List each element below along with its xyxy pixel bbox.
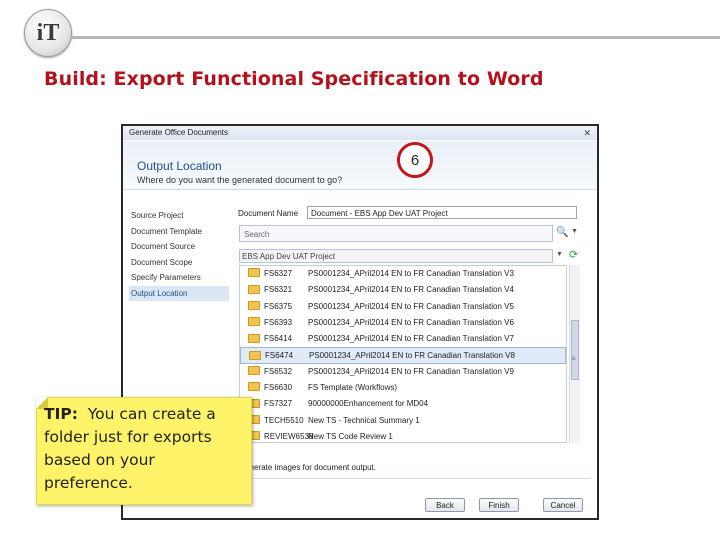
item-code: FS6532 bbox=[264, 366, 293, 376]
chevron-down-icon[interactable]: ▼ bbox=[556, 251, 563, 258]
item-code: FS6327 bbox=[264, 269, 293, 278]
slide-title: Build: Export Functional Specification t… bbox=[44, 68, 544, 90]
list-item[interactable]: FS6375 PS0001234_APril2014 EN to FR Canad… bbox=[240, 299, 566, 315]
item-code: FS6375 bbox=[264, 301, 293, 311]
list-item[interactable]: FS6393 PS0001234_APril2014 EN to FR Canad… bbox=[240, 315, 566, 331]
dialog-titlebar: Generate Office Documents ✕ bbox=[123, 126, 597, 140]
list-item[interactable]: REVIEW6538New TS Code Review 1 bbox=[240, 429, 566, 442]
nav-item-specify-parameters[interactable]: Specify Parameters bbox=[129, 270, 229, 286]
footer-divider bbox=[233, 478, 591, 479]
item-code: FS7327 bbox=[264, 399, 293, 409]
header-rule bbox=[72, 36, 720, 39]
document-name-label: Document Name bbox=[238, 209, 299, 218]
document-name-input[interactable]: Document - EBS App Dev UAT Project bbox=[307, 206, 577, 219]
item-name: New TS Code Review 1 bbox=[308, 431, 393, 441]
list-item[interactable]: FS7327 90000000Enhancement for MD04 bbox=[240, 396, 566, 412]
item-name: PS0001234_APril2014 EN to FR Canadian Tr… bbox=[308, 285, 514, 295]
folder-icon bbox=[248, 284, 260, 294]
item-code: FS6321 bbox=[264, 285, 293, 295]
project-select[interactable]: EBS App Dev UAT Project bbox=[239, 249, 553, 263]
nav-item-document-source[interactable]: Document Source bbox=[129, 239, 229, 255]
nav-item-output-location[interactable]: Output Location bbox=[129, 285, 229, 301]
folder-icon bbox=[249, 350, 261, 360]
dialog-title: Generate Office Documents bbox=[129, 128, 229, 137]
folder-icon bbox=[248, 300, 260, 310]
item-name: PS0001234_APril2014 EN to FR Canadian Tr… bbox=[308, 366, 514, 376]
tip-text: TIP: You can create a folder just for ex… bbox=[44, 403, 240, 495]
list-item[interactable]: FS6414 PS0001234_APril2014 EN to FR Canad… bbox=[240, 331, 566, 347]
folder-icon bbox=[248, 382, 260, 392]
scrollbar-thumb[interactable] bbox=[571, 320, 579, 380]
back-button[interactable]: Back bbox=[425, 498, 465, 512]
item-name: PS0001234_APril2014 EN to FR Canadian Tr… bbox=[308, 301, 514, 311]
item-code: FS6414 bbox=[264, 334, 293, 344]
tip-prefix: TIP: bbox=[44, 405, 78, 423]
finish-button[interactable]: Finish bbox=[479, 498, 519, 512]
wizard-nav: Source Project Document Template Documen… bbox=[129, 208, 229, 301]
item-name: FS Template (Workflows) bbox=[308, 383, 398, 393]
step-header: Output Location Where do you want the ge… bbox=[123, 141, 597, 190]
folder-list: FS6327 PS0001234_APril2014 EN to FR Canad… bbox=[239, 265, 567, 443]
item-code: FS6393 bbox=[264, 317, 293, 327]
folder-icon bbox=[248, 366, 260, 376]
refresh-icon[interactable]: ⟳ bbox=[569, 248, 578, 261]
step-number-badge: 6 bbox=[397, 142, 433, 178]
company-logo: iT bbox=[24, 9, 72, 57]
step-title: Output Location bbox=[137, 159, 222, 173]
item-name: New TS - Technical Summary 1 bbox=[308, 415, 420, 425]
item-code: FS6630 bbox=[264, 383, 293, 393]
list-item[interactable]: TECH5510 New TS - Technical Summary 1 bbox=[240, 413, 566, 429]
item-code: REVIEW6538 bbox=[264, 431, 314, 441]
nav-item-document-scope[interactable]: Document Scope bbox=[129, 255, 229, 271]
search-input[interactable]: Search bbox=[239, 225, 553, 242]
step-subtitle: Where do you want the generated document… bbox=[137, 175, 343, 185]
item-name: 90000000Enhancement for MD04 bbox=[308, 399, 429, 409]
folder-list-scrollbar[interactable]: ≡ bbox=[569, 265, 580, 443]
list-item[interactable]: FS6532 PS0001234_APril2014 EN to FR Canad… bbox=[240, 364, 566, 380]
close-icon[interactable]: ✕ bbox=[583, 126, 591, 140]
chevron-down-icon[interactable]: ▼ bbox=[571, 228, 578, 235]
list-item-selected[interactable]: FS6474 PS0001234_APril2014 EN to FR Canad… bbox=[240, 347, 566, 364]
generate-images-label[interactable]: Generate images for document output. bbox=[239, 463, 376, 472]
list-item[interactable]: FS6321 PS0001234_APril2014 EN to FR Canad… bbox=[240, 282, 566, 298]
list-item[interactable]: FS6630 FS Template (Workflows) bbox=[240, 380, 566, 396]
item-code: TECH5510 bbox=[264, 415, 304, 425]
item-code: FS6474 bbox=[265, 351, 294, 361]
folder-icon bbox=[248, 333, 260, 343]
search-icon[interactable]: 🔍 bbox=[556, 227, 568, 238]
folder-icon bbox=[248, 268, 260, 278]
item-name: PS0001234_APril2014 EN to FR Canadian Tr… bbox=[309, 351, 515, 361]
item-name: PS0001234_APril2014 EN to FR Canadian Tr… bbox=[308, 334, 514, 344]
item-name: PS0001234_APril2014 EN to FR Canadian Tr… bbox=[308, 317, 514, 327]
folder-icon bbox=[248, 317, 260, 327]
item-name: PS0001234_APril2014 EN to FR Canadian Tr… bbox=[308, 269, 514, 278]
list-item[interactable]: FS6327 PS0001234_APril2014 EN to FR Canad… bbox=[240, 266, 566, 282]
nav-item-document-template[interactable]: Document Template bbox=[129, 224, 229, 240]
grip-icon: ≡ bbox=[571, 354, 576, 363]
cancel-button[interactable]: Cancel bbox=[543, 498, 583, 512]
nav-item-source-project[interactable]: Source Project bbox=[129, 208, 229, 224]
